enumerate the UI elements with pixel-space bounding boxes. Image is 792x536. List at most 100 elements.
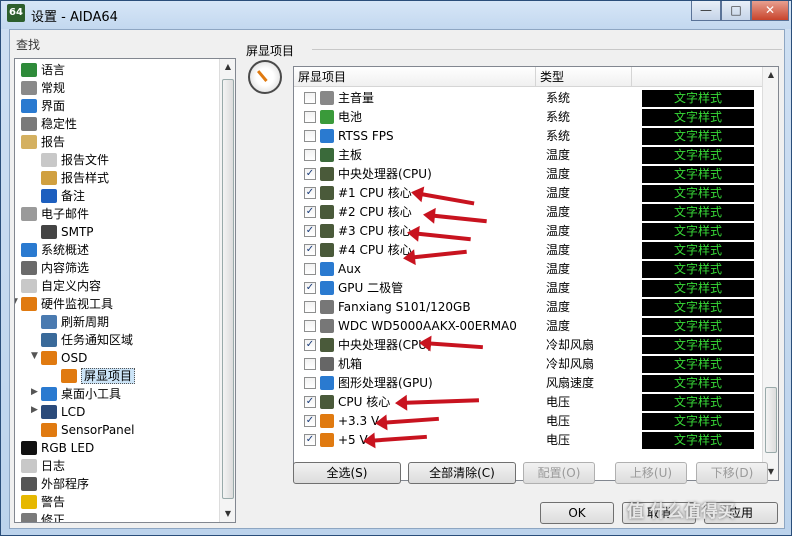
row-checkbox[interactable] [304, 301, 316, 313]
row-checkbox[interactable]: ✓ [304, 282, 316, 294]
tree-item-7[interactable]: 备注 [41, 187, 85, 205]
list-row[interactable]: ✓ #4 CPU 核心 温度 文字样式 [294, 241, 764, 260]
tree-item-9[interactable]: SMTP [41, 223, 94, 241]
config-button[interactable]: 配置(O) [523, 462, 595, 484]
settings-tree[interactable]: ▲ ▼ 语言 常规 界面 稳定性 报告 报告文件 报告样式 备注 电子邮件 SMTP 系统概述 内容筛… [14, 58, 236, 523]
row-checkbox[interactable]: ✓ [304, 339, 316, 351]
row-checkbox[interactable]: ✓ [304, 396, 316, 408]
select-all-button[interactable]: 全选(S) [293, 462, 401, 484]
tree-item-15[interactable]: 任务通知区域 [41, 331, 133, 349]
tree-scrollbar[interactable]: ▲ ▼ [219, 59, 235, 522]
tree-item-16[interactable]: OSD [41, 349, 87, 367]
row-style-swatch[interactable]: 文字样式 [642, 356, 754, 373]
row-checkbox[interactable]: ✓ [304, 434, 316, 446]
row-checkbox[interactable] [304, 320, 316, 332]
tree-expander-icon[interactable]: ▶ [31, 405, 38, 415]
tree-item-21[interactable]: RGB LED [21, 439, 94, 457]
row-checkbox[interactable]: ✓ [304, 225, 316, 237]
row-style-swatch[interactable]: 文字样式 [642, 128, 754, 145]
tree-item-5[interactable]: 报告文件 [41, 151, 109, 169]
list-row[interactable]: ✓ 中央处理器(CPU) 冷却风扇 文字样式 [294, 336, 764, 355]
list-row[interactable]: 主板 温度 文字样式 [294, 146, 764, 165]
tree-item-25[interactable]: 修正 [21, 511, 65, 522]
row-checkbox[interactable] [304, 358, 316, 370]
tree-item-20[interactable]: SensorPanel [41, 421, 135, 439]
list-row[interactable]: Fanxiang S101/120GB 温度 文字样式 [294, 298, 764, 317]
tree-item-14[interactable]: 刷新周期 [41, 313, 109, 331]
tree-expander-icon[interactable]: ▼ [15, 297, 18, 307]
clear-all-button[interactable]: 全部清除(C) [408, 462, 516, 484]
list-row[interactable]: 电池 系统 文字样式 [294, 108, 764, 127]
tree-item-1[interactable]: 常规 [21, 79, 65, 97]
row-style-swatch[interactable]: 文字样式 [642, 242, 754, 259]
row-style-swatch[interactable]: 文字样式 [642, 337, 754, 354]
tree-item-22[interactable]: 日志 [21, 457, 65, 475]
row-style-swatch[interactable]: 文字样式 [642, 432, 754, 449]
list-row[interactable]: ✓ #3 CPU 核心 温度 文字样式 [294, 222, 764, 241]
scroll-thumb[interactable] [765, 387, 777, 453]
row-style-swatch[interactable]: 文字样式 [642, 90, 754, 107]
list-row[interactable]: ✓ +3.3 V 电压 文字样式 [294, 412, 764, 431]
list-row[interactable]: ✓ #2 CPU 核心 温度 文字样式 [294, 203, 764, 222]
minimize-button[interactable]: — [691, 1, 721, 21]
row-style-swatch[interactable]: 文字样式 [642, 166, 754, 183]
tree-expander-icon[interactable]: ▼ [31, 351, 38, 361]
tree-item-24[interactable]: 警告 [21, 493, 65, 511]
close-button[interactable]: ✕ [751, 1, 789, 21]
list-row[interactable]: ✓ #1 CPU 核心 温度 文字样式 [294, 184, 764, 203]
list-row[interactable]: Aux 温度 文字样式 [294, 260, 764, 279]
row-checkbox[interactable]: ✓ [304, 206, 316, 218]
row-style-swatch[interactable]: 文字样式 [642, 147, 754, 164]
tree-item-8[interactable]: 电子邮件 [21, 205, 89, 223]
tree-item-6[interactable]: 报告样式 [41, 169, 109, 187]
row-style-swatch[interactable]: 文字样式 [642, 223, 754, 240]
tree-item-11[interactable]: 内容筛选 [21, 259, 89, 277]
ok-button[interactable]: OK [540, 502, 614, 524]
scroll-thumb[interactable] [222, 79, 234, 499]
tree-item-18[interactable]: 桌面小工具 [41, 385, 121, 403]
row-style-swatch[interactable]: 文字样式 [642, 185, 754, 202]
list-row[interactable]: 主音量 系统 文字样式 [294, 89, 764, 108]
list-scrollbar[interactable]: ▲ ▼ [762, 67, 778, 480]
row-style-swatch[interactable]: 文字样式 [642, 413, 754, 430]
row-style-swatch[interactable]: 文字样式 [642, 299, 754, 316]
list-row[interactable]: WDC WD5000AAKX-00ERMA0 温度 文字样式 [294, 317, 764, 336]
row-checkbox[interactable] [304, 149, 316, 161]
row-checkbox[interactable]: ✓ [304, 168, 316, 180]
row-checkbox[interactable] [304, 111, 316, 123]
list-row[interactable]: ✓ 中央处理器(CPU) 温度 文字样式 [294, 165, 764, 184]
maximize-button[interactable]: □ [721, 1, 751, 21]
tree-expander-icon[interactable]: ▶ [31, 387, 38, 397]
row-checkbox[interactable]: ✓ [304, 244, 316, 256]
tree-item-13[interactable]: 硬件监视工具 [21, 295, 113, 313]
row-style-swatch[interactable]: 文字样式 [642, 394, 754, 411]
row-style-swatch[interactable]: 文字样式 [642, 261, 754, 278]
column-header-type[interactable]: 类型 [536, 67, 632, 87]
list-row[interactable]: 机箱 冷却风扇 文字样式 [294, 355, 764, 374]
row-checkbox[interactable]: ✓ [304, 415, 316, 427]
column-header-item[interactable]: 屏显项目 [294, 67, 536, 87]
row-style-swatch[interactable]: 文字样式 [642, 318, 754, 335]
tree-item-10[interactable]: 系统概述 [21, 241, 89, 259]
move-up-button[interactable]: 上移(U) [615, 462, 687, 484]
scroll-up-arrow-icon[interactable]: ▲ [220, 59, 235, 75]
row-checkbox[interactable] [304, 92, 316, 104]
tree-item-0[interactable]: 语言 [21, 61, 65, 79]
row-checkbox[interactable]: ✓ [304, 187, 316, 199]
tree-item-4[interactable]: 报告 [21, 133, 65, 151]
tree-item-17[interactable]: 屏显项目 [61, 367, 136, 385]
row-style-swatch[interactable]: 文字样式 [642, 204, 754, 221]
tree-item-3[interactable]: 稳定性 [21, 115, 77, 133]
row-checkbox[interactable] [304, 377, 316, 389]
list-row[interactable]: ✓ GPU 二极管 温度 文字样式 [294, 279, 764, 298]
osd-items-list[interactable]: 屏显项目 类型 ▲ ▼ 主音量 系统 文字样式 电池 系统 文字样式 RTSS FPS 系统文… [293, 66, 779, 481]
scroll-down-arrow-icon[interactable]: ▼ [220, 506, 235, 522]
move-down-button[interactable]: 下移(D) [696, 462, 768, 484]
tree-item-23[interactable]: 外部程序 [21, 475, 89, 493]
column-header-style[interactable] [632, 67, 764, 87]
tree-item-2[interactable]: 界面 [21, 97, 65, 115]
row-checkbox[interactable] [304, 263, 316, 275]
row-style-swatch[interactable]: 文字样式 [642, 280, 754, 297]
list-row[interactable]: ✓ CPU 核心 电压 文字样式 [294, 393, 764, 412]
list-row[interactable]: 图形处理器(GPU) 风扇速度 文字样式 [294, 374, 764, 393]
